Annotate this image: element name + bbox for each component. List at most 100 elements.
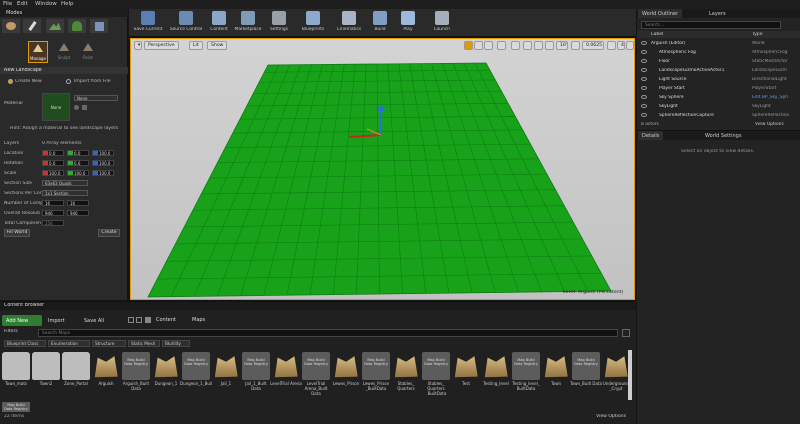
grid-value-icon[interactable]	[534, 41, 543, 50]
tab-world-settings[interactable]: World Settings	[701, 131, 745, 140]
paint-tool-button[interactable]: Paint	[78, 41, 98, 63]
asset-item[interactable]: Dungeon_1	[152, 352, 180, 398]
eye-icon[interactable]	[641, 50, 647, 54]
outliner-row[interactable]: Floor StaticMeshActor	[637, 58, 800, 65]
sections-per-comp-dropdown[interactable]: 1x1 Section	[42, 190, 88, 196]
filter-chip[interactable]: Blutility	[162, 340, 190, 347]
translate-icon[interactable]	[464, 41, 473, 50]
scale-snap-icon[interactable]	[571, 41, 580, 50]
asset-item[interactable]: Stables_ Quarters	[392, 352, 420, 398]
location-z[interactable]: 100.0	[92, 150, 114, 156]
content-button[interactable]: Content	[209, 10, 229, 36]
rotate-icon[interactable]	[474, 41, 483, 50]
overall-res-y[interactable]: 946	[67, 210, 89, 216]
show-button[interactable]: Show	[207, 41, 228, 50]
scale-x[interactable]: 100.0	[42, 170, 64, 176]
asset-item[interactable]: Map Build Data Registry Stables_ Quarters…	[422, 352, 450, 398]
asset-item[interactable]: Lewes_Prison	[332, 352, 360, 398]
angle-snap-icon[interactable]	[545, 41, 554, 50]
build-button[interactable]: Build	[369, 10, 391, 36]
asset-item[interactable]: Map Build Data Registry Dungeon_1_BuiltDa…	[180, 352, 212, 398]
outliner-row[interactable]: Arguish (Editor) World	[637, 40, 800, 47]
folder-item[interactable]: Zone_Portal	[62, 352, 90, 398]
browse-icon[interactable]	[82, 105, 87, 110]
save-current-button[interactable]: Save Current	[133, 10, 163, 36]
eye-icon[interactable]	[641, 86, 647, 90]
cinematics-button[interactable]: Cinematics	[334, 10, 364, 36]
menu-edit[interactable]: Edit	[17, 1, 28, 7]
scale-z[interactable]: 100.0	[92, 170, 114, 176]
eye-icon[interactable]	[641, 68, 647, 72]
asset-item[interactable]: Map Build Data Registry LevelTrial Arena_…	[302, 352, 330, 398]
section-header[interactable]: New Landscape	[0, 67, 128, 74]
foliage-mode-icon[interactable]	[68, 19, 86, 33]
add-new-button[interactable]: Add New	[2, 315, 42, 326]
filter-chip[interactable]: Structure	[92, 340, 126, 347]
asset-item[interactable]: Map Build Data Registry Testing_level_ Bu…	[512, 352, 540, 398]
asset-item[interactable]: Underground _Crypt	[602, 352, 630, 398]
path-maps[interactable]: Maps	[192, 317, 205, 323]
filter-chip[interactable]: Enumeration	[48, 340, 90, 347]
col-type[interactable]: Type	[752, 32, 763, 37]
material-dropdown[interactable]: None	[74, 95, 118, 101]
asset-item[interactable]: Arguish	[92, 352, 120, 398]
cb-scrollbar[interactable]	[628, 350, 632, 400]
arrow-left-icon[interactable]	[74, 105, 79, 110]
viewport-options-icon[interactable]: ▾	[134, 41, 142, 50]
location-x[interactable]: 0.0	[42, 150, 64, 156]
location-y[interactable]: 0.0	[67, 150, 89, 156]
blueprints-button[interactable]: Blueprints	[299, 10, 327, 36]
eye-icon[interactable]	[641, 77, 647, 81]
num-components-x[interactable]: 16	[42, 200, 64, 206]
cb-view-options[interactable]: View Options	[596, 414, 626, 419]
outliner-view-options[interactable]: View Options	[755, 122, 784, 127]
marketplace-button[interactable]: Marketplace	[233, 10, 263, 36]
col-label[interactable]: Label	[651, 32, 663, 37]
cb-search-input[interactable]: Search Maps	[38, 329, 618, 337]
menu-file[interactable]: File	[3, 1, 12, 7]
play-button[interactable]: Play	[397, 10, 419, 36]
outliner-row[interactable]: SphereReflectionCapture SphereReflection	[637, 112, 800, 119]
asset-item[interactable]: Map Build Data Registry	[2, 402, 30, 412]
world-local-icon[interactable]	[497, 41, 506, 50]
search-icon[interactable]	[622, 329, 630, 337]
asset-item[interactable]: Map Build Data Registry Town_Built Data	[570, 352, 602, 398]
eye-icon[interactable]	[641, 59, 647, 63]
create-button[interactable]: Create	[98, 229, 120, 237]
menu-window[interactable]: Window	[35, 1, 57, 7]
filter-chip[interactable]: Blueprint Class	[4, 340, 46, 347]
scale-y[interactable]: 100.0	[67, 170, 89, 176]
manage-tool-button[interactable]: Manage	[28, 41, 48, 63]
lit-button[interactable]: Lit	[189, 41, 203, 50]
history-back-icon[interactable]	[128, 317, 134, 323]
asset-item[interactable]: LevelTrial Arena	[270, 352, 302, 398]
rotation-y[interactable]: 0.0	[67, 160, 89, 166]
camera-speed-value[interactable]: 4	[617, 41, 625, 50]
geometry-mode-icon[interactable]	[90, 19, 108, 33]
folder-item[interactable]: Town2	[32, 352, 60, 398]
paint-mode-icon[interactable]	[23, 19, 41, 33]
fill-world-button[interactable]: Fill World	[4, 229, 30, 237]
tab-details[interactable]: Details	[638, 131, 664, 140]
asset-item[interactable]: Town	[542, 352, 570, 398]
scale-snap-value[interactable]: 0.0625	[582, 41, 604, 50]
maximize-icon[interactable]	[626, 41, 634, 50]
outliner-row[interactable]: Sky Sphere Edit BP_Sky_Sph	[637, 94, 800, 101]
material-thumbnail[interactable]: None	[42, 93, 70, 121]
menu-help[interactable]: Help	[61, 1, 74, 7]
history-forward-icon[interactable]	[136, 317, 142, 323]
angle-snap-value[interactable]: 10°	[556, 41, 568, 50]
perspective-button[interactable]: Perspective	[144, 41, 179, 50]
eye-icon[interactable]	[641, 41, 647, 45]
settings-button[interactable]: Settings	[267, 10, 291, 36]
asset-item[interactable]: Jail_1	[212, 352, 240, 398]
sculpt-tool-button[interactable]: Sculpt	[54, 41, 74, 63]
eye-icon[interactable]	[641, 104, 647, 108]
asset-item[interactable]: Map Build Data Registry Lewes_Prison _Bui…	[362, 352, 390, 398]
asset-item[interactable]: Testing_level	[482, 352, 510, 398]
save-all-button[interactable]: Save All	[82, 315, 116, 326]
import-file-radio[interactable]	[66, 79, 71, 84]
rotation-x[interactable]: 0.0	[42, 160, 64, 166]
rotation-z[interactable]: 100.0	[92, 160, 114, 166]
eye-icon[interactable]	[641, 95, 647, 99]
